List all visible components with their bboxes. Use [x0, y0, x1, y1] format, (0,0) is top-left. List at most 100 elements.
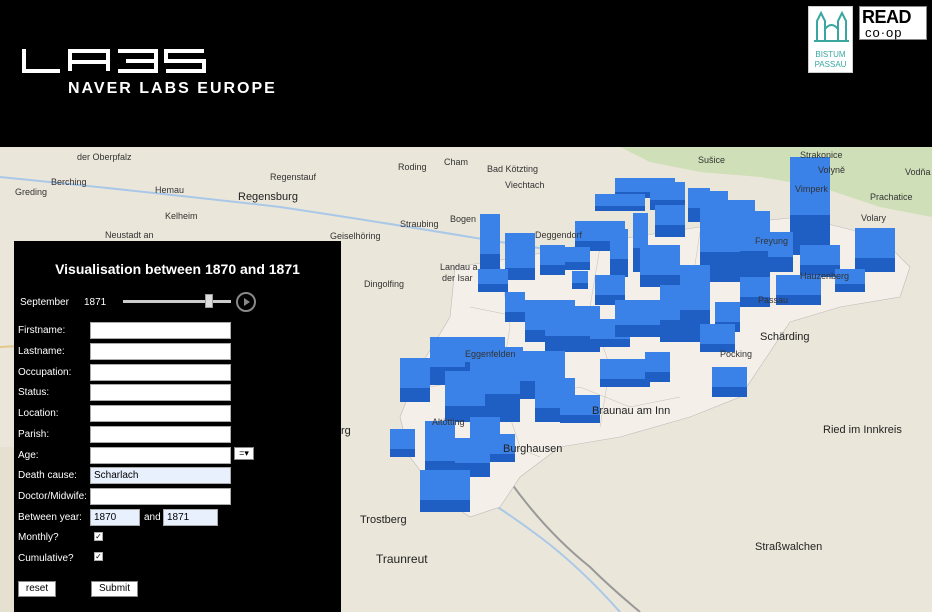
parish-bar-top [615, 300, 660, 325]
and-label: and [144, 512, 161, 523]
panel-title: Visualisation between 1870 and 1871 [55, 261, 300, 277]
parish-input[interactable] [90, 426, 231, 443]
place-label: Passau [758, 295, 789, 305]
place-label: Greding [15, 187, 48, 197]
parish-bar-top [640, 245, 680, 275]
parish-bar-top [390, 429, 415, 449]
control-panel: Visualisation between 1870 and 1871 Sept… [14, 241, 341, 612]
parish-bar-top [610, 229, 628, 259]
parish-bar-top [600, 359, 650, 379]
parish-bar-top [445, 371, 485, 406]
header-banner: NAVER LABS EUROPE BISTUM PASSAU READ co·… [0, 0, 932, 147]
place-label: Ried im Innkreis [823, 424, 902, 436]
age-label: Age: [18, 450, 39, 461]
monthly-label: Monthly? [18, 532, 59, 543]
location-label: Location: [18, 408, 59, 419]
bistum-passau-logo: BISTUM PASSAU [808, 6, 853, 73]
place-label: Hemau [155, 185, 185, 195]
place-label: Traunreut [376, 552, 428, 566]
place-label: Cham [444, 157, 469, 167]
place-label: Berching [51, 177, 87, 187]
place-label: Vodňa [905, 167, 931, 177]
read-coop-subtitle: co·op [865, 25, 903, 40]
death-cause-input[interactable] [90, 467, 231, 484]
occupation-input[interactable] [90, 364, 231, 381]
place-label: Prachatice [870, 192, 913, 202]
death-cause-label: Death cause: [18, 470, 77, 481]
read-coop-logo: READ co·op [859, 6, 927, 40]
parish-bar-top [740, 277, 770, 297]
place-label: Viechtach [505, 180, 545, 190]
between-year-label: Between year: [18, 512, 82, 523]
submit-button[interactable]: Submit [91, 581, 138, 597]
cumulative-label: Cumulative? [18, 553, 74, 564]
parish-label: Parish: [18, 429, 50, 440]
place-label: Regenstauf [270, 172, 317, 182]
doctor-label: Doctor/Midwife: [18, 491, 87, 502]
parish-bar-top [455, 438, 490, 463]
slider-handle[interactable] [205, 294, 213, 308]
place-label: Bad Kötzting [487, 164, 539, 174]
status-input[interactable] [90, 384, 231, 401]
place-label: Straubing [400, 219, 439, 229]
year-label: 1871 [84, 297, 107, 308]
place-label: Neustadt an [105, 230, 154, 240]
timeline-slider[interactable] [123, 294, 231, 308]
place-label: Volyně [818, 165, 846, 175]
place-label: Geiselhöring [330, 231, 381, 241]
parish-bar-top [855, 228, 895, 258]
place-label: Vimperk [795, 184, 828, 194]
parish-bar-top [715, 302, 740, 322]
place-label: Straßwalchen [755, 541, 823, 553]
parish-bar-top [800, 245, 840, 265]
place-label: Burghausen [503, 443, 563, 455]
place-label: Kelheim [165, 211, 198, 221]
doctor-input[interactable] [90, 488, 231, 505]
location-input[interactable] [90, 405, 231, 422]
parish-bar-top [633, 213, 648, 248]
place-label: Volary [861, 213, 887, 223]
occupation-label: Occupation: [18, 367, 72, 378]
naver-labs-europe-text: NAVER LABS EUROPE [68, 80, 277, 97]
church-icon [814, 10, 849, 42]
place-label: Trostberg [360, 514, 407, 526]
parish-bar-top [520, 351, 565, 381]
parish-bar-top [650, 182, 685, 200]
status-label: Status: [18, 387, 50, 398]
year-to-input[interactable] [163, 509, 218, 526]
monthly-checkbox[interactable]: ✓ [94, 532, 103, 541]
lastname-label: Lastname: [18, 346, 65, 357]
firstname-input[interactable] [90, 322, 231, 339]
parish-bar-top [505, 292, 525, 312]
parish-bar-top [430, 337, 465, 367]
cumulative-checkbox[interactable]: ✓ [94, 552, 103, 561]
parish-bar-top [540, 245, 565, 265]
place-label: Deggendorf [535, 230, 583, 240]
place-label: Braunau am Inn [592, 405, 671, 417]
bistum-passau-text: BISTUM PASSAU [814, 50, 847, 69]
parish-bar-top [425, 421, 455, 461]
play-button[interactable] [236, 292, 256, 312]
place-label: rg [341, 425, 351, 437]
place-label: Eggenfelden [465, 349, 516, 359]
place-label: Bogen [450, 214, 477, 224]
parish-bar-top [480, 214, 500, 254]
parish-bar-top [400, 358, 430, 388]
play-icon [244, 298, 250, 306]
reset-button[interactable]: reset [18, 581, 56, 597]
parish-bar-top [572, 271, 588, 283]
parish-bar-top [595, 275, 625, 295]
place-label: Pocking [720, 349, 753, 359]
place-label: Freyung [755, 236, 789, 246]
age-operator-select[interactable]: =▾ [234, 447, 254, 460]
parish-bar-top [645, 352, 670, 372]
place-label: der Oberpfalz [77, 152, 132, 162]
age-input[interactable] [90, 447, 231, 464]
parish-bar-top [505, 233, 535, 268]
lastname-input[interactable] [90, 343, 231, 360]
place-label: der Isar [442, 273, 473, 283]
place-label: Roding [398, 162, 427, 172]
year-from-input[interactable] [90, 509, 140, 526]
parish-bar-top [688, 188, 710, 208]
place-label: Hauzenberg [800, 271, 850, 281]
